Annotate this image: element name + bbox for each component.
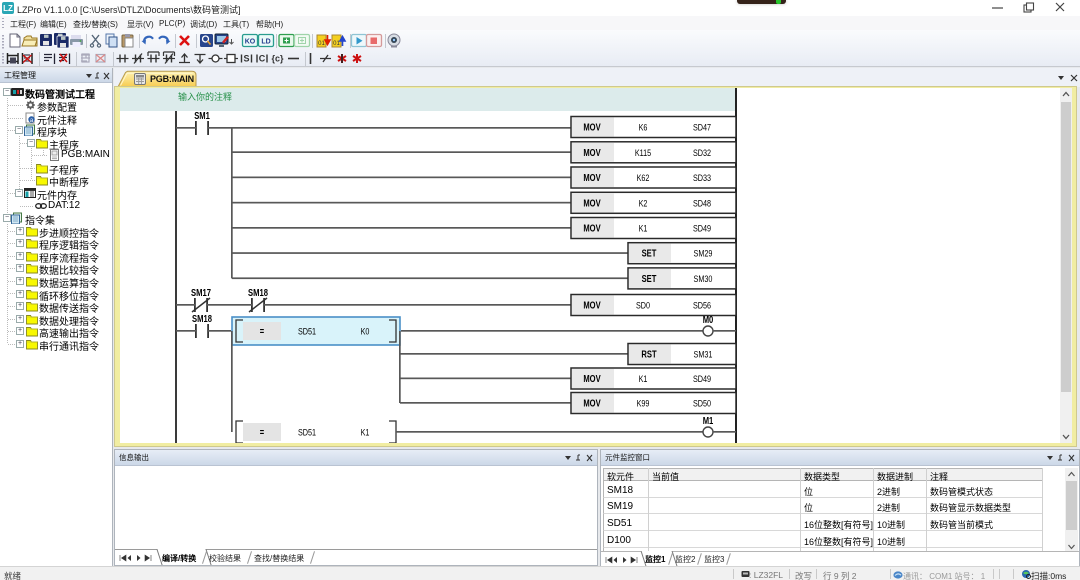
svg-text:MOV: MOV bbox=[583, 123, 601, 134]
svg-text:SD33: SD33 bbox=[693, 173, 711, 184]
svg-text:K2: K2 bbox=[639, 198, 648, 209]
svg-text:S: S bbox=[243, 54, 249, 64]
svg-text:01: 01 bbox=[333, 41, 340, 47]
svg-text:MOV: MOV bbox=[583, 301, 601, 312]
svg-text:MOV: MOV bbox=[583, 224, 601, 235]
svg-text:SD56: SD56 bbox=[693, 301, 711, 312]
svg-text:K1: K1 bbox=[361, 428, 370, 439]
svg-text:KO: KO bbox=[245, 39, 256, 46]
svg-text:SD32: SD32 bbox=[693, 148, 711, 159]
svg-text:LZ: LZ bbox=[3, 4, 13, 13]
svg-text:M0: M0 bbox=[703, 315, 714, 326]
svg-text:=: = bbox=[260, 428, 265, 439]
svg-text:SM18: SM18 bbox=[192, 314, 212, 325]
svg-text:C: C bbox=[259, 54, 266, 64]
svg-text:MOV: MOV bbox=[583, 198, 601, 209]
svg-text:SD51: SD51 bbox=[298, 428, 316, 439]
svg-text:SM31: SM31 bbox=[694, 350, 713, 361]
svg-text:MOV: MOV bbox=[583, 399, 601, 410]
svg-text:SM1: SM1 bbox=[194, 111, 210, 122]
svg-text:SM18: SM18 bbox=[248, 288, 268, 299]
svg-text:SM30: SM30 bbox=[694, 274, 713, 285]
svg-text:SD49: SD49 bbox=[693, 374, 711, 385]
svg-text:K62: K62 bbox=[637, 173, 650, 184]
svg-text:K115: K115 bbox=[635, 148, 651, 159]
svg-text:SD50: SD50 bbox=[693, 399, 711, 410]
svg-text:SET: SET bbox=[642, 249, 657, 260]
svg-text:MOV: MOV bbox=[583, 173, 601, 184]
svg-text:K99: K99 bbox=[637, 399, 650, 410]
svg-text:M1: M1 bbox=[703, 416, 714, 427]
svg-text:SD48: SD48 bbox=[693, 198, 711, 209]
svg-text:SD51: SD51 bbox=[298, 327, 316, 338]
svg-text:K0: K0 bbox=[361, 327, 370, 338]
svg-text:SD47: SD47 bbox=[693, 123, 711, 134]
svg-text:MOV: MOV bbox=[583, 374, 601, 385]
svg-text:输入你的注释: 输入你的注释 bbox=[178, 91, 232, 102]
svg-text:01: 01 bbox=[318, 41, 325, 47]
svg-text:K1: K1 bbox=[639, 374, 648, 385]
svg-text:SD49: SD49 bbox=[693, 224, 711, 235]
svg-text:RST: RST bbox=[641, 350, 656, 361]
svg-text:{c}: {c} bbox=[271, 54, 284, 64]
svg-text:SD0: SD0 bbox=[636, 301, 650, 312]
svg-text:=: = bbox=[260, 327, 265, 338]
svg-text:SET: SET bbox=[642, 274, 657, 285]
svg-text:K1: K1 bbox=[639, 224, 648, 235]
svg-text:K6: K6 bbox=[639, 123, 648, 134]
svg-text:SM17: SM17 bbox=[191, 288, 211, 299]
svg-text:MOV: MOV bbox=[583, 148, 601, 159]
svg-text:LD: LD bbox=[261, 39, 270, 46]
svg-text:SM29: SM29 bbox=[694, 249, 713, 260]
